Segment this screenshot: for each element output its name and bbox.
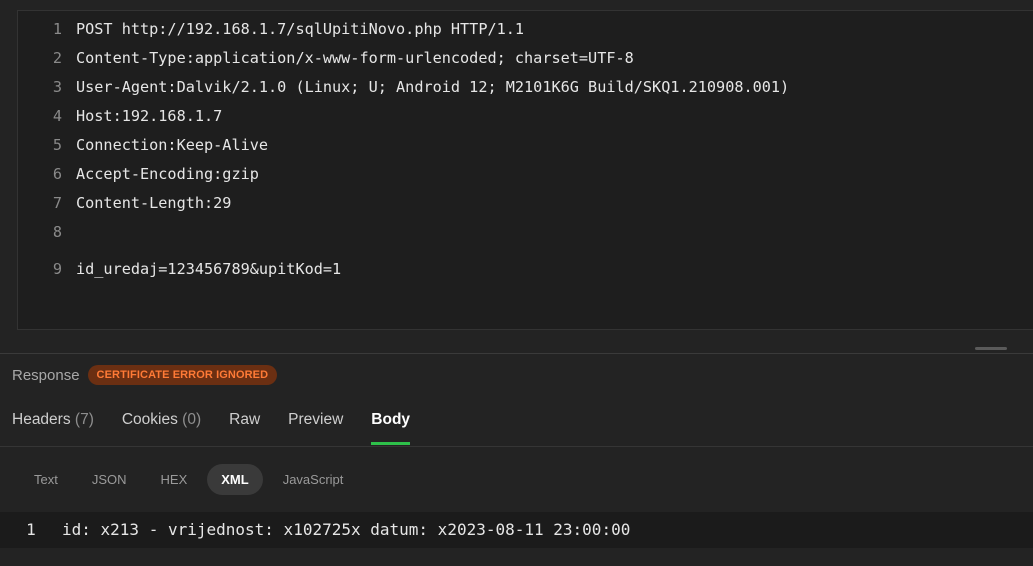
- response-label: Response: [12, 366, 80, 384]
- code-line: 3 User-Agent:Dalvik/2.1.0 (Linux; U; Andr…: [18, 73, 789, 102]
- line-number: 7: [52, 194, 62, 212]
- line-number: 2: [52, 49, 62, 67]
- line-number: 5: [52, 136, 62, 154]
- line-text: Host:192.168.1.7: [76, 107, 223, 125]
- line-number: 9: [52, 260, 62, 278]
- line-number: 1: [52, 20, 62, 38]
- tab-headers[interactable]: Headers (7): [12, 404, 94, 436]
- format-text-button[interactable]: Text: [18, 464, 72, 495]
- tab-label: Raw: [229, 411, 261, 428]
- line-text: Content-Length:29: [76, 194, 232, 212]
- response-header: Response CERTIFICATE ERROR IGNORED: [12, 362, 278, 388]
- tabs-divider: [0, 446, 1033, 447]
- line-number: 4: [52, 107, 62, 125]
- format-hex-button[interactable]: HEX: [147, 464, 202, 495]
- tab-count: (0): [182, 411, 202, 428]
- certificate-error-badge: CERTIFICATE ERROR IGNORED: [87, 365, 278, 385]
- code-line: 1 id: x213 - vrijednost: x102725x datum: …: [0, 512, 630, 548]
- response-body-viewer[interactable]: 1 id: x213 - vrijednost: x102725x datum: …: [0, 512, 1033, 548]
- line-number: 6: [52, 165, 62, 183]
- format-json-button[interactable]: JSON: [78, 464, 141, 495]
- line-text: POST http://192.168.1.7/sqlUpitiNovo.php…: [76, 20, 525, 38]
- resize-handle[interactable]: [975, 347, 1007, 350]
- line-text: Connection:Keep-Alive: [76, 136, 269, 154]
- code-line: 4 Host:192.168.1.7: [18, 102, 222, 131]
- tab-raw[interactable]: Raw: [229, 404, 260, 436]
- code-line: 5 Connection:Keep-Alive: [18, 131, 268, 160]
- tab-label: Headers: [12, 411, 71, 428]
- line-number: 1: [26, 520, 36, 539]
- code-line: 8: [18, 218, 76, 247]
- format-xml-button[interactable]: XML: [207, 463, 263, 495]
- line-text: id_uredaj=123456789&upitKod=1: [76, 260, 342, 278]
- tab-preview[interactable]: Preview: [288, 404, 343, 436]
- tab-cookies[interactable]: Cookies (0): [122, 404, 201, 436]
- code-line: 1 POST http://192.168.1.7/sqlUpitiNovo.ph…: [18, 15, 524, 44]
- body-format-selector: Text JSON HEX XML JavaScript: [18, 462, 363, 496]
- code-line: 9 id_uredaj=123456789&upitKod=1: [18, 255, 341, 284]
- code-line: 7 Content-Length:29: [18, 189, 232, 218]
- request-editor[interactable]: 1 POST http://192.168.1.7/sqlUpitiNovo.ph…: [17, 10, 1033, 330]
- tab-label: Body: [371, 411, 411, 428]
- format-javascript-button[interactable]: JavaScript: [269, 464, 358, 495]
- response-tabs: Headers (7) Cookies (0) Raw Preview Body: [12, 404, 438, 445]
- tab-count: (7): [74, 411, 94, 428]
- line-text: Accept-Encoding:gzip: [76, 165, 259, 183]
- pane-splitter[interactable]: [0, 353, 1033, 354]
- tab-label: Preview: [288, 411, 344, 428]
- code-line: 6 Accept-Encoding:gzip: [18, 160, 259, 189]
- line-text: User-Agent:Dalvik/2.1.0 (Linux; U; Andro…: [76, 78, 790, 96]
- tab-label: Cookies: [121, 411, 178, 428]
- line-text: id: x213 - vrijednost: x102725x datum: x…: [62, 520, 631, 539]
- tab-body[interactable]: Body: [371, 404, 411, 445]
- line-number: 3: [52, 78, 62, 96]
- line-text: Content-Type:application/x-www-form-urle…: [76, 49, 634, 67]
- code-line: 2 Content-Type:application/x-www-form-url…: [18, 44, 634, 73]
- line-number: 8: [52, 223, 62, 241]
